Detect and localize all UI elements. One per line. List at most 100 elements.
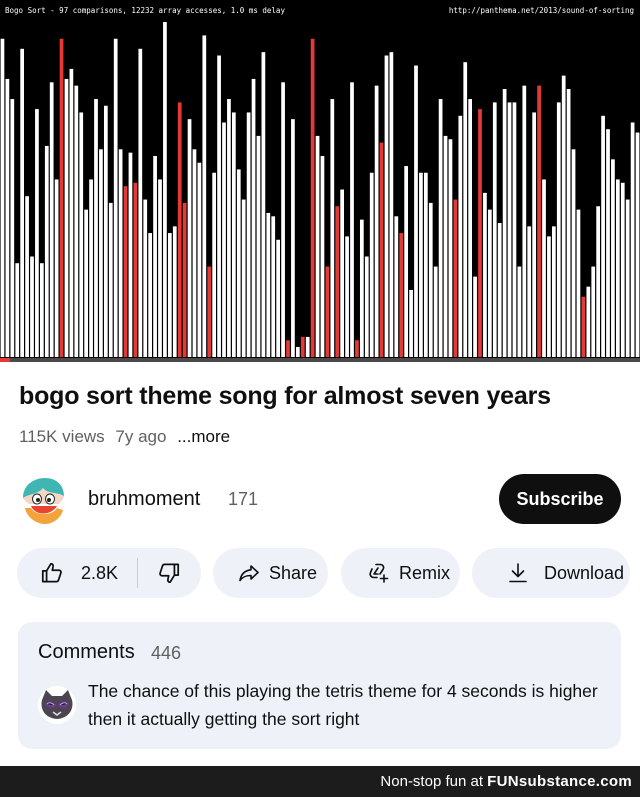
sort-bar [615, 179, 620, 357]
channel-name[interactable]: bruhmoment [88, 488, 200, 511]
sort-bar-highlighted [335, 206, 340, 357]
sort-bar [30, 256, 34, 357]
sort-bar [635, 132, 640, 357]
sort-bar [103, 105, 108, 357]
sort-bar [596, 206, 601, 357]
download-button[interactable]: Download [472, 548, 630, 598]
comments-section[interactable]: Comments 446 The chance of this playing … [18, 622, 621, 749]
sort-bar [586, 286, 591, 357]
sort-bar [261, 52, 266, 358]
sort-bar [409, 290, 413, 357]
sort-bar [128, 152, 133, 357]
sort-bar [576, 209, 581, 357]
dislike-button[interactable] [138, 560, 182, 586]
share-button[interactable]: Share [213, 548, 328, 598]
sort-bar [551, 226, 556, 357]
remix-icon [367, 561, 391, 585]
remix-button[interactable]: Remix [341, 548, 460, 598]
channel-avatar[interactable] [17, 474, 69, 526]
thumbs-down-icon [156, 560, 182, 586]
sort-bar [143, 199, 148, 357]
video-progress-bar[interactable] [0, 358, 640, 362]
sort-bar [202, 35, 207, 358]
sort-bar [473, 276, 477, 357]
sort-bar [236, 169, 241, 357]
sort-bar [94, 99, 98, 358]
sort-bar [217, 55, 221, 357]
sort-bar [89, 179, 93, 357]
upload-age: 7y ago [115, 427, 167, 446]
sort-bar [39, 263, 44, 357]
sort-bar-highlighted [182, 202, 187, 357]
avatar-image [17, 474, 69, 526]
sort-bar [591, 266, 596, 357]
sort-bar [620, 182, 625, 357]
video-player[interactable]: Bogo Sort - 97 comparisons, 12232 array … [0, 0, 640, 362]
sort-bar [256, 135, 261, 357]
sort-bar [187, 119, 192, 358]
sort-bar [561, 75, 566, 357]
comments-count: 446 [151, 643, 182, 663]
sort-bar [374, 85, 379, 358]
sort-bar [163, 22, 167, 357]
watermark-text: Non-stop fun at FUNsubstance.com [380, 773, 632, 790]
sort-bar [241, 199, 246, 357]
sort-bar-highlighted [537, 85, 541, 358]
sort-bar [35, 109, 39, 357]
sort-bar [345, 236, 349, 357]
sort-bar [138, 48, 143, 358]
sort-bar [54, 179, 59, 357]
sort-bar [5, 78, 10, 357]
sort-bar [69, 68, 74, 358]
sort-bar [369, 172, 374, 357]
like-dislike-group: 2.8K [17, 548, 201, 598]
sort-bar-highlighted [325, 266, 330, 357]
sort-bar [222, 122, 226, 357]
sort-bar [10, 99, 15, 358]
sort-bar [468, 99, 473, 358]
sort-bar [492, 102, 497, 358]
subscriber-count: 171 [228, 489, 259, 509]
commenter-avatar[interactable] [38, 686, 76, 724]
sort-bar-highlighted [355, 340, 359, 357]
video-meta[interactable]: 115K views 7y ago ...more [19, 427, 230, 447]
sort-bar [630, 122, 635, 357]
sort-bar [340, 189, 345, 357]
sort-bar [79, 112, 84, 357]
sort-bar [64, 78, 69, 357]
watermark-brand: FUNsubstance.com [487, 773, 632, 790]
sort-bar-highlighted [286, 340, 290, 357]
sort-bar [394, 216, 399, 357]
sort-bar [251, 78, 256, 357]
sort-bar [305, 336, 310, 357]
sort-bar [315, 135, 320, 357]
more-link[interactable]: ...more [177, 427, 230, 446]
subscribe-button[interactable]: Subscribe [499, 474, 621, 524]
sort-bar [438, 99, 443, 358]
watermark-prefix: Non-stop fun at [380, 773, 488, 790]
sort-bar [227, 99, 231, 358]
sort-bar [463, 62, 468, 357]
like-button[interactable]: 2.8K [17, 560, 137, 586]
sort-bar [281, 82, 285, 358]
sort-bar [364, 256, 369, 357]
sort-bar [295, 346, 300, 357]
sort-bar [359, 219, 364, 357]
sort-bar [276, 239, 281, 357]
sort-bar [414, 65, 418, 358]
sort-bar [547, 236, 551, 357]
download-icon [506, 561, 530, 585]
sort-bar [566, 89, 571, 357]
sort-bar [271, 216, 276, 357]
sort-bar [487, 209, 492, 357]
sort-bar [350, 82, 354, 358]
sort-bar-highlighted [478, 109, 482, 357]
sort-bar [49, 82, 54, 358]
thumbs-up-icon [39, 560, 65, 586]
sort-bar-highlighted [300, 336, 305, 357]
sort-bar [625, 199, 630, 357]
commenter-avatar-image [38, 686, 76, 724]
sort-bar-highlighted [59, 38, 64, 357]
sort-bar [197, 162, 202, 357]
sort-bar [433, 266, 438, 357]
